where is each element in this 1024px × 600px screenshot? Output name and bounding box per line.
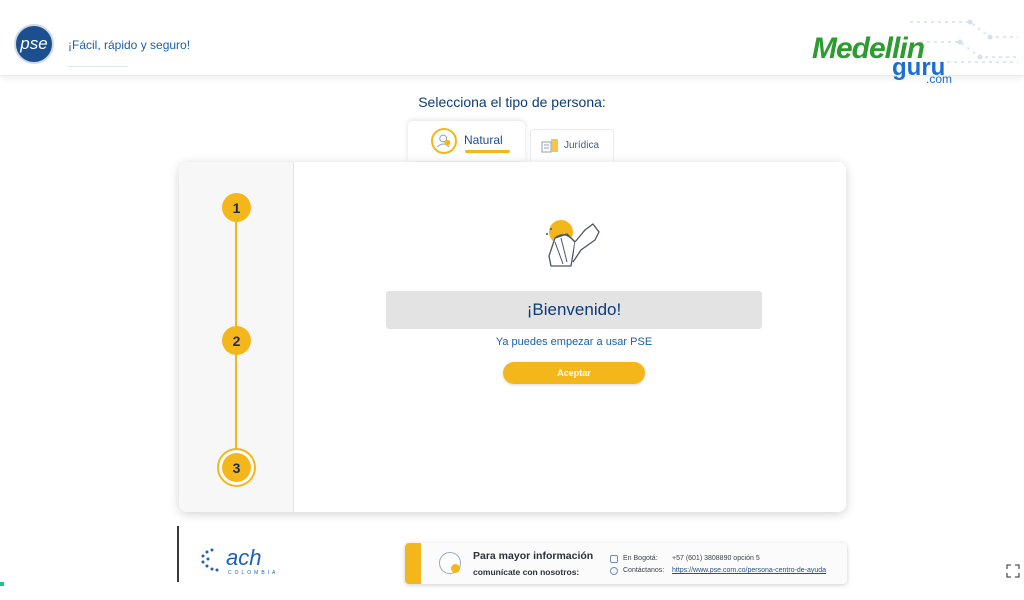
- step-3-current: 3: [222, 453, 251, 482]
- stepper-panel: 1 2 3: [179, 162, 294, 512]
- accept-button[interactable]: Aceptar: [503, 362, 645, 384]
- tab-natural-label: Natural: [464, 133, 503, 147]
- whatsapp-icon: [610, 567, 618, 575]
- ach-vertical-legal-text: [177, 526, 183, 582]
- welcome-heading: ¡Bienvenido!: [386, 291, 762, 329]
- step-2: 2: [222, 326, 251, 355]
- tab-juridica[interactable]: Jurídica: [530, 129, 614, 161]
- step-1: 1: [222, 193, 251, 222]
- tab-juridica-label: Jurídica: [564, 140, 600, 151]
- info-accent-stripe: [405, 543, 421, 584]
- bottom-accent: [0, 582, 4, 586]
- ach-logo-subtext: COLOMBIA: [228, 570, 279, 576]
- contact-info-box: Para mayor información comunícate con no…: [405, 543, 847, 584]
- info-title: Para mayor información: [473, 550, 594, 562]
- building-icon: [541, 139, 558, 153]
- contact-label-contact: Contáctanos:: [623, 567, 665, 574]
- tab-natural[interactable]: Natural: [408, 121, 525, 161]
- welcome-message: Ya puedes empezar a usar PSE: [495, 336, 653, 348]
- fullscreen-icon[interactable]: [1006, 564, 1020, 578]
- person-natural-icon: [431, 128, 457, 154]
- handshake-icon: [546, 220, 600, 267]
- tagline: ¡Fácil, rápido y seguro!: [68, 38, 191, 52]
- phone-icon: [610, 555, 618, 563]
- ach-logo-text: ach: [226, 545, 262, 570]
- tab-active-indicator: [465, 150, 510, 153]
- brand-com: .com: [926, 72, 953, 86]
- pse-logo-text: pse: [20, 34, 48, 53]
- top-header: pse ¡Fácil, rápido y seguro! Medellin gu…: [0, 0, 1024, 86]
- info-subtitle: comunícate con nosotros:: [473, 567, 580, 577]
- help-center-link[interactable]: https://www.pse.com.co/persona-centro-de…: [672, 567, 826, 574]
- person-type-title: Selecciona el tipo de persona:: [418, 94, 606, 110]
- contact-phone: +57 (601) 3808890 opción 5: [672, 555, 760, 562]
- pse-logo[interactable]: pse: [14, 24, 54, 64]
- contact-label-bogota: En Bogotá:: [623, 555, 658, 562]
- help-chat-icon: [439, 552, 461, 574]
- medellin-guru-watermark: Medellin guru .com: [812, 32, 1012, 86]
- tagline-divider: [68, 66, 128, 67]
- registration-card: 1 2 3 ¡Bienvenido! Ya puedes empezar a u…: [179, 162, 846, 512]
